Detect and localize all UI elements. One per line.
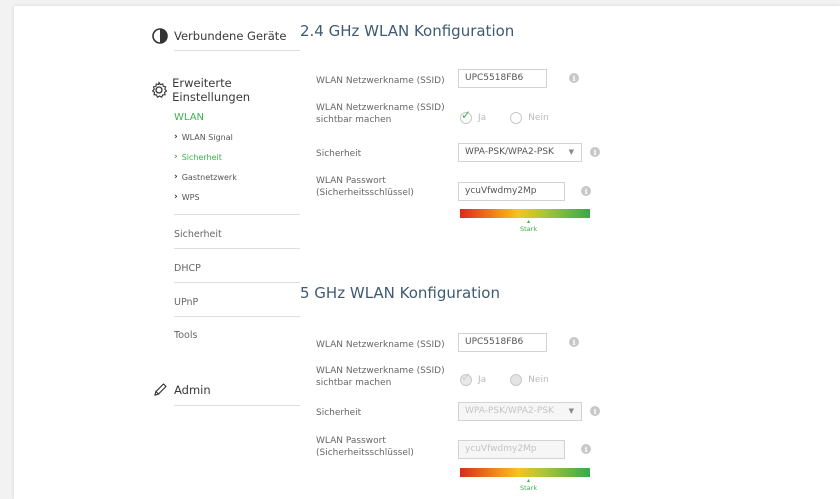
chevron-right-icon: › [174,152,178,162]
security-select[interactable]: WPA-PSK/WPA2-PSK ▼ [458,143,582,162]
divider [174,405,300,406]
pencil-icon [150,380,170,400]
section-title-5ghz: 5 GHz WLAN Konfiguration [300,284,500,302]
radio-no[interactable]: Nein [510,374,549,386]
sidebar-subitem-label: Gastnetzwerk [181,172,237,182]
info-icon[interactable]: i [569,337,579,347]
section-title-24ghz: 2.4 GHz WLAN Konfiguration [300,22,515,40]
label-line: (Sicherheitsschlüssel) [316,448,414,458]
info-icon[interactable]: i [590,147,600,157]
label-line: WLAN Netzwerkname (SSID) [316,366,445,376]
checkmark-icon: ✓ [460,108,472,124]
chevron-down-icon: ▼ [568,148,574,156]
devices-toggle-icon [150,26,170,46]
sidebar-item-admin[interactable]: Admin [150,380,300,400]
router-settings-page: Verbundene Geräte Erweiterte Einstellung… [14,6,840,499]
divider [174,50,300,51]
label-line: sichtbar machen [316,115,392,125]
radio-label: Ja [478,375,487,385]
chevron-down-icon: ▼ [568,407,574,415]
sidebar-item-tools[interactable]: Tools [174,330,197,341]
radio-label: Nein [528,375,549,385]
divider [174,248,300,249]
ssid-visible-radio-group: ✓ Ja Nein [460,108,573,124]
radio-circle-icon [510,112,523,124]
chevron-right-icon: › [174,172,178,182]
info-icon[interactable]: i [569,73,579,83]
password-input[interactable]: ycuVfwdmy2Mp [458,440,565,459]
checkmark-icon: ✓ [460,370,472,386]
select-value: WPA-PSK/WPA2-PSK [465,406,554,416]
sidebar-subitem-wlan-signal[interactable]: › WLAN Signal [174,132,233,142]
password-label: WLAN Passwort (Sicherheitsschlüssel) [316,175,446,199]
password-strength-label: Stark [520,225,538,233]
ssid-input[interactable]: UPC5518FB6 [458,69,547,88]
ssid-label: WLAN Netzwerkname (SSID) [316,340,445,350]
security-select[interactable]: WPA-PSK/WPA2-PSK ▼ [458,402,582,421]
password-strength-label: Stark [520,484,538,492]
sidebar-subitem-label: Sicherheit [181,152,222,162]
password-strength-bar [460,209,590,218]
info-icon[interactable]: i [581,186,591,196]
sidebar-subitem-wps[interactable]: › WPS [174,192,200,202]
divider [174,214,300,215]
sidebar-subitem-guest-network[interactable]: › Gastnetzwerk [174,172,237,182]
radio-circle-icon [510,374,523,386]
gear-icon [150,80,168,100]
radio-yes[interactable]: ✓ Ja [460,370,487,386]
sidebar-subitem-security[interactable]: › Sicherheit [174,152,222,162]
label-line: (Sicherheitsschlüssel) [316,188,414,198]
ssid-label: WLAN Netzwerkname (SSID) [316,76,445,86]
sidebar-item-connected-devices[interactable]: Verbundene Geräte [150,26,300,46]
sidebar-item-label: Admin [174,383,211,397]
info-icon[interactable]: i [590,406,600,416]
ssid-visible-radio-group: ✓ Ja Nein [460,370,573,386]
chevron-right-icon: › [174,132,178,142]
label-line: WLAN Netzwerkname (SSID) [316,103,445,113]
password-input[interactable]: ycuVfwdmy2Mp [458,182,565,201]
sidebar-item-upnp[interactable]: UPnP [174,297,198,308]
ssid-input[interactable]: UPC5518FB6 [458,333,547,352]
radio-yes[interactable]: ✓ Ja [460,108,487,124]
ssid-visible-label: WLAN Netzwerkname (SSID) sichtbar machen [316,102,446,126]
security-label: Sicherheit [316,149,362,159]
sidebar-item-label: Verbundene Geräte [174,29,287,43]
divider [174,282,300,283]
sidebar-item-wlan[interactable]: WLAN [174,112,204,123]
radio-no[interactable]: Nein [510,112,549,124]
select-value: WPA-PSK/WPA2-PSK [465,147,554,157]
divider [174,316,300,317]
sidebar-item-advanced-settings[interactable]: Erweiterte Einstellungen [150,76,300,104]
sidebar-item-security[interactable]: Sicherheit [174,229,222,240]
sidebar-item-dhcp[interactable]: DHCP [174,263,201,274]
label-line: WLAN Passwort [316,176,386,186]
ssid-visible-label: WLAN Netzwerkname (SSID) sichtbar machen [316,365,446,389]
security-label: Sicherheit [316,408,362,418]
label-line: WLAN Passwort [316,436,386,446]
strength-marker-icon: ▴ [527,218,531,225]
sidebar-item-label: Erweiterte Einstellungen [172,76,251,104]
password-strength-bar [460,468,590,477]
radio-label: Nein [528,113,549,123]
label-line: sichtbar machen [316,378,392,388]
sidebar-subitem-label: WPS [181,192,200,202]
strength-marker-icon: ▴ [527,477,531,484]
chevron-right-icon: › [174,192,178,202]
radio-label: Ja [478,113,487,123]
sidebar-subitem-label: WLAN Signal [181,132,233,142]
password-label: WLAN Passwort (Sicherheitsschlüssel) [316,435,446,459]
info-icon[interactable]: i [581,444,591,454]
